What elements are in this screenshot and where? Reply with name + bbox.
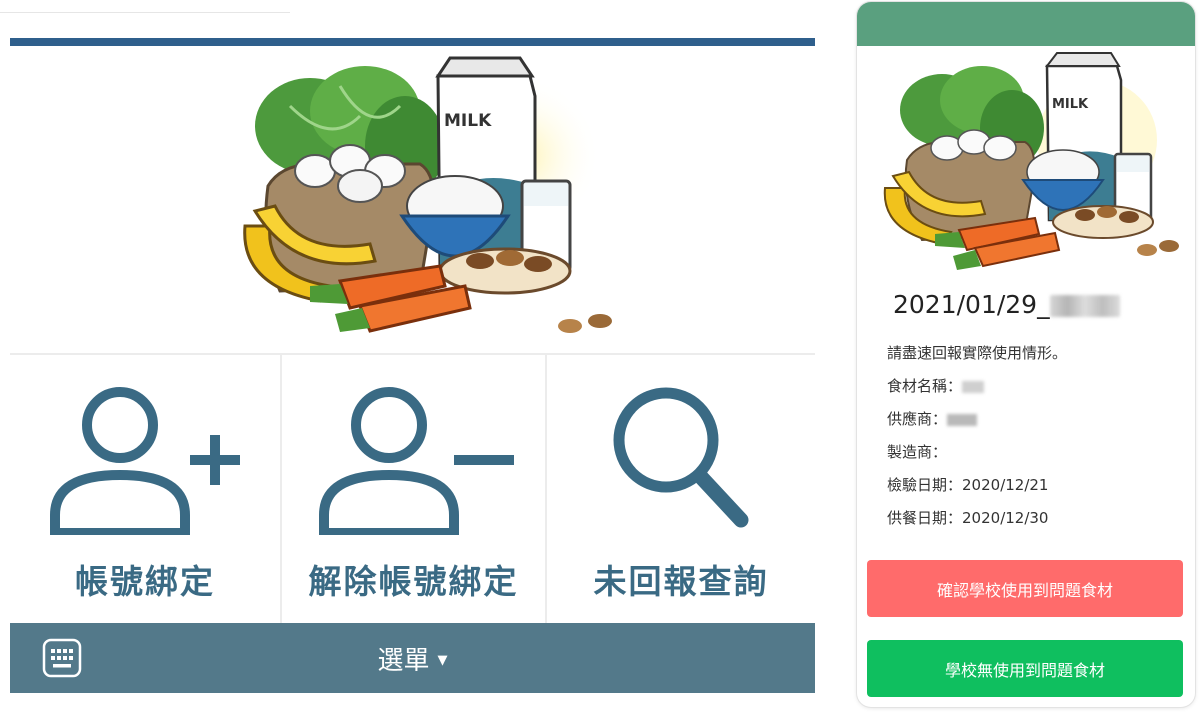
card-title: 2021/01/29_ xyxy=(893,290,1120,319)
confirm-problem-food-button[interactable]: 確認學校使用到問題食材 xyxy=(867,560,1183,617)
food-illustration: MILK xyxy=(883,52,1179,270)
card-title-text: 2021/01/29_ xyxy=(893,290,1050,319)
no-problem-food-button[interactable]: 學校無使用到問題食材 xyxy=(867,640,1183,697)
field-label: 食材名稱： xyxy=(887,377,963,395)
bind-account-button[interactable]: 帳號綁定 xyxy=(10,355,280,623)
search-icon xyxy=(613,387,749,528)
redacted-text xyxy=(947,413,978,426)
instruction-text: 請盡速回報實際使用情形。 xyxy=(887,344,1068,362)
field-value: 2020/12/30 xyxy=(962,509,1049,527)
field-label: 檢驗日期： xyxy=(887,476,963,494)
notification-card: MILK 2021/01/29_ 請盡速回報實際使用情形。 食材名稱： 供應商：… xyxy=(857,2,1195,707)
menu-toggle[interactable]: 選單 ▼ xyxy=(10,623,815,693)
carton-text: MILK xyxy=(1052,97,1089,112)
field-ingredient: 食材名稱： xyxy=(887,375,985,396)
card-header xyxy=(857,2,1195,46)
unbind-account-button[interactable]: 解除帳號綁定 xyxy=(282,355,545,623)
menu-grid: 帳號綁定 解除帳號綁定 未回報查詢 xyxy=(10,353,815,623)
carton-text: MILK xyxy=(444,111,492,131)
redacted-text xyxy=(1049,295,1120,317)
field-label: 供餐日期： xyxy=(887,509,963,527)
menu-bar: 選單 ▼ xyxy=(10,623,815,693)
menu-bar-label: 選單 xyxy=(377,645,430,676)
field-value: 2020/12/21 xyxy=(962,476,1049,494)
menu-item-label: 未回報查詢 xyxy=(593,562,769,601)
field-meal-date: 供餐日期：2020/12/30 xyxy=(887,507,1048,528)
field-manufacturer: 製造商： xyxy=(887,441,947,462)
field-label: 供應商： xyxy=(887,410,948,428)
rich-menu: MILK 帳號綁定 解除帳號綁定 未回報查詢 選單 ▼ xyxy=(10,38,815,693)
menu-item-label: 帳號綁定 xyxy=(75,562,215,601)
top-divider xyxy=(0,0,290,13)
food-illustration: MILK xyxy=(10,46,815,351)
field-supplier: 供應商： xyxy=(887,408,978,429)
add-user-icon xyxy=(50,387,240,535)
menu-item-label: 解除帳號綁定 xyxy=(308,562,519,601)
remove-user-icon xyxy=(318,387,514,535)
redacted-text xyxy=(962,380,985,393)
caret-down-icon: ▼ xyxy=(437,652,448,668)
unreported-query-button[interactable]: 未回報查詢 xyxy=(547,355,815,623)
field-inspection-date: 檢驗日期：2020/12/21 xyxy=(887,474,1048,495)
banner-bar xyxy=(10,38,815,46)
field-label: 製造商： xyxy=(887,443,948,461)
